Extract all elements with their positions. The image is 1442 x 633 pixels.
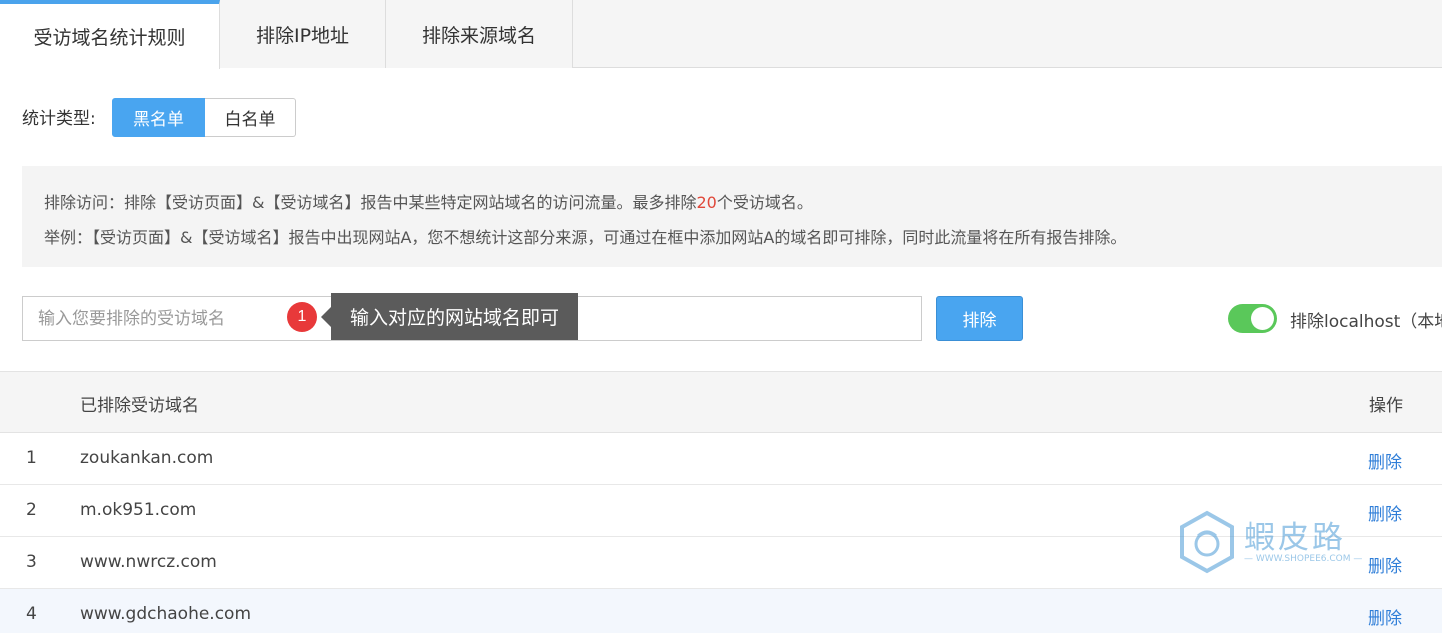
tab-visited-domain-rules[interactable]: 受访域名统计规则: [0, 0, 220, 69]
row-domain: zoukankan.com: [80, 448, 214, 468]
delete-link[interactable]: 删除: [1368, 604, 1402, 629]
watermark-subtitle: — WWW.SHOPEE6.COM —: [1244, 554, 1363, 564]
watermark: 蝦皮路 — WWW.SHOPEE6.COM —: [1178, 510, 1378, 576]
whitelist-option[interactable]: 白名单: [205, 98, 296, 137]
table-header: 已排除受访域名 操作: [0, 371, 1442, 433]
exclude-localhost-toggle[interactable]: [1228, 304, 1277, 333]
row-domain: m.ok951.com: [80, 500, 197, 520]
tab-exclude-ip[interactable]: 排除IP地址: [220, 0, 386, 68]
table-row: 4 www.gdchaohe.com 删除: [0, 589, 1442, 633]
row-index: 3: [26, 552, 37, 572]
toggle-knob: [1251, 307, 1274, 330]
shrimp-logo-icon: [1180, 510, 1234, 574]
info-panel: 排除访问：排除【受访页面】&【受访域名】报告中某些特定网站域名的访问流量。最多排…: [22, 166, 1442, 267]
annotation-badge: 1: [287, 302, 317, 332]
annotation-tooltip: 输入对应的网站域名即可: [321, 293, 578, 340]
tab-exclude-source-domain[interactable]: 排除来源域名: [386, 0, 573, 68]
delete-link[interactable]: 删除: [1368, 448, 1402, 473]
info-line-2: 举例：【受访页面】&【受访域名】报告中出现网站A，您不想统计这部分来源，可通过在…: [44, 228, 1127, 247]
table-row: 1 zoukankan.com 删除: [0, 433, 1442, 485]
header-excluded-domain: 已排除受访域名: [80, 396, 199, 416]
row-index: 4: [26, 604, 37, 624]
row-index: 1: [26, 448, 37, 468]
exclude-localhost-label: 排除localhost（本地: [1290, 312, 1442, 332]
header-action: 操作: [1369, 396, 1403, 416]
row-domain: www.gdchaohe.com: [80, 604, 252, 624]
tab-bar: 受访域名统计规则 排除IP地址 排除来源域名: [0, 0, 1442, 69]
blacklist-option[interactable]: 黑名单: [112, 98, 205, 137]
row-index: 2: [26, 500, 37, 520]
watermark-title: 蝦皮路: [1244, 520, 1346, 556]
stat-type-label: 统计类型:: [22, 109, 96, 129]
info-line-1: 排除访问：排除【受访页面】&【受访域名】报告中某些特定网站域名的访问流量。最多排…: [44, 193, 813, 212]
row-domain: www.nwrcz.com: [80, 552, 217, 572]
max-count: 20: [696, 193, 717, 212]
exclude-button[interactable]: 排除: [936, 296, 1023, 341]
